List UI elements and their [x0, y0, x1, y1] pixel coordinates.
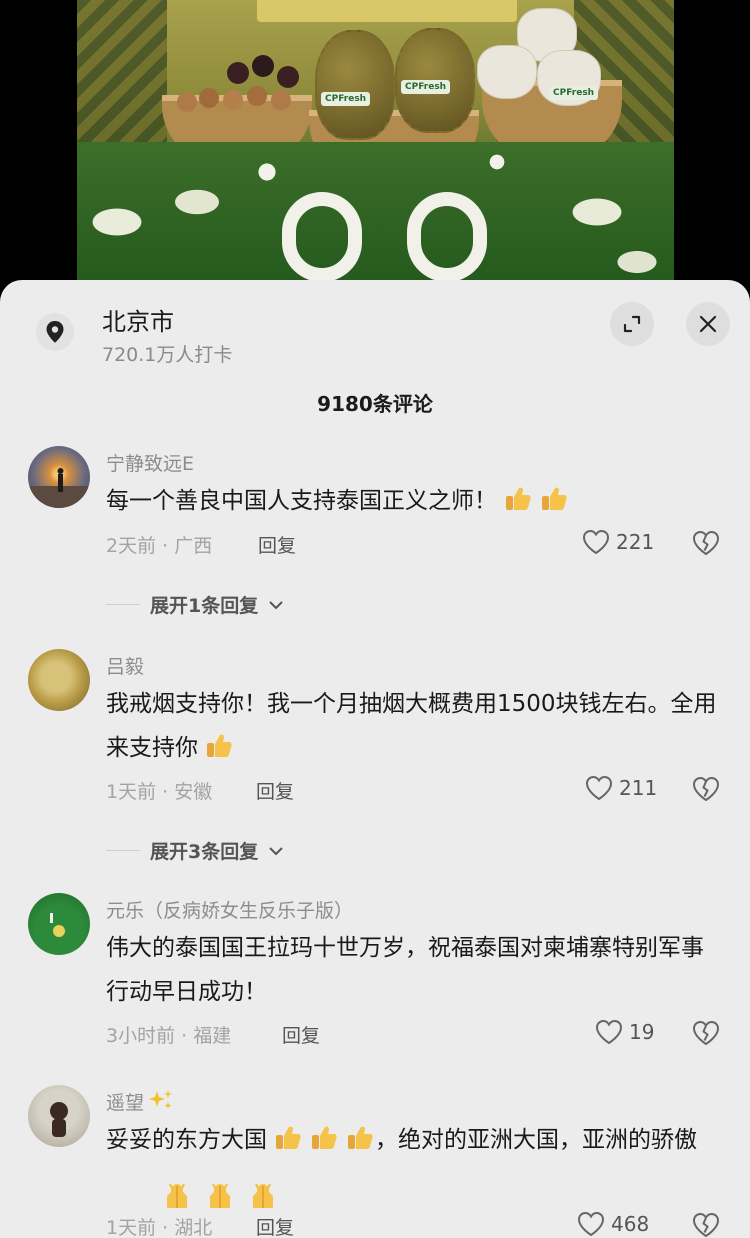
nut	[271, 90, 291, 110]
comment-text: 我戒烟支持你！我一个月抽烟大概费用1500块钱左右。全用来支持你	[106, 682, 721, 770]
comment-username-text: 遥望	[106, 1092, 145, 1114]
wish-emoji-row	[163, 1180, 287, 1212]
dislike-button[interactable]	[692, 530, 720, 560]
avatar[interactable]	[28, 446, 90, 508]
broken-heart-icon	[692, 776, 720, 802]
thumbs-up-emoji	[533, 487, 569, 514]
expand-button[interactable]	[610, 302, 654, 346]
close-button[interactable]	[686, 302, 730, 346]
location-title: 北京市	[102, 308, 174, 336]
comment-sheet: 北京市 720.1万人打卡 9180条评论 宁静致远E 每一个善良中国人支持泰国…	[0, 280, 750, 1238]
broken-heart-icon	[692, 1212, 720, 1238]
chevron-down-icon	[269, 846, 283, 855]
comment-time-location: 3小时前 · 福建	[106, 1025, 232, 1047]
comment-time-location: 2天前 · 广西	[106, 535, 213, 557]
product-label: CPFresh	[549, 86, 599, 100]
avatar[interactable]	[28, 1085, 90, 1147]
nut	[247, 86, 267, 106]
avatar[interactable]	[28, 649, 90, 711]
like-count: 19	[629, 1020, 655, 1044]
comment-text-part: ，绝对的亚洲大国，亚洲的骄傲	[375, 1127, 697, 1153]
like-count: 221	[616, 530, 655, 554]
broken-heart-icon	[692, 1020, 720, 1046]
close-icon	[699, 315, 717, 333]
comment-time-location: 1天前 · 湖北	[106, 1217, 213, 1238]
thumbs-up-emoji	[267, 1126, 303, 1153]
chevron-down-icon	[269, 600, 283, 609]
thumbs-up-emoji	[497, 487, 533, 514]
expand-replies-button[interactable]: 展开3条回复	[106, 837, 284, 864]
mangosteen	[227, 62, 249, 84]
mangosteen	[277, 66, 299, 88]
product-label: CPFresh	[321, 92, 371, 106]
like-button[interactable]: 19	[595, 1019, 654, 1045]
comment-count: 9180条评论	[317, 392, 433, 416]
comment-text-body: 每一个善良中国人支持泰国正义之师！	[106, 488, 497, 514]
wish-hands-emoji	[167, 1183, 187, 1208]
video-frame[interactable]: CPFresh CPFresh CPFresh	[77, 0, 674, 282]
comment-username[interactable]: 宁静致远E	[106, 449, 194, 476]
expand-replies-label: 展开3条回复	[150, 841, 259, 863]
heart-icon	[582, 529, 610, 555]
location-pin-icon	[36, 313, 74, 351]
thumbs-up-emoji	[198, 734, 234, 761]
dislike-button[interactable]	[692, 1212, 720, 1238]
reply-button[interactable]: 回复	[258, 531, 296, 558]
product-label: CPFresh	[401, 80, 451, 94]
wish-hands-emoji	[210, 1183, 231, 1208]
reply-button[interactable]: 回复	[282, 1021, 320, 1048]
comment-username[interactable]: 吕毅	[106, 652, 144, 679]
durian	[315, 30, 395, 140]
flower-wreath	[282, 192, 362, 282]
like-count: 468	[611, 1212, 650, 1236]
heart-icon	[595, 1019, 623, 1045]
flower-wreath	[407, 192, 487, 282]
comment-username[interactable]: 元乐（反病娇女生反乐子版）	[106, 896, 353, 923]
broken-heart-icon	[692, 530, 720, 556]
comment-time-location: 1天前 · 安徽	[106, 781, 213, 803]
coconut	[477, 45, 537, 99]
heart-icon	[577, 1211, 605, 1237]
video-banner	[257, 0, 517, 22]
nut	[199, 88, 219, 108]
nut	[177, 92, 197, 112]
flower-arrangement	[77, 142, 674, 282]
divider-dash	[106, 850, 140, 851]
comment-username[interactable]: 遥望	[106, 1088, 174, 1115]
nut	[223, 90, 243, 110]
reply-button[interactable]: 回复	[256, 1213, 294, 1238]
comment-text: 伟大的泰国国王拉玛十世万岁，祝福泰国对柬埔寨特别军事行动早日成功！	[106, 935, 704, 1005]
sparkle-icon	[149, 1090, 173, 1109]
comment-text: 每一个善良中国人支持泰国正义之师！	[106, 479, 721, 523]
thumbs-up-emoji	[339, 1126, 375, 1153]
mangosteen	[252, 55, 274, 77]
expand-replies-label: 展开1条回复	[150, 595, 259, 617]
dislike-button[interactable]	[692, 1020, 720, 1050]
heart-icon	[585, 775, 613, 801]
divider-dash	[106, 604, 140, 605]
like-count: 211	[619, 776, 658, 800]
avatar[interactable]	[28, 893, 90, 955]
location-checkins: 720.1万人打卡	[102, 344, 233, 366]
like-button[interactable]: 211	[585, 775, 657, 801]
wish-hands-emoji	[253, 1183, 274, 1208]
comment-text-part: 妥妥的东方大国	[106, 1127, 267, 1153]
like-button[interactable]: 468	[577, 1211, 649, 1237]
like-button[interactable]: 221	[582, 529, 654, 555]
reply-button[interactable]: 回复	[256, 777, 294, 804]
dislike-button[interactable]	[692, 776, 720, 806]
comment-text: 妥妥的东方大国 ，绝对的亚洲大国，亚洲的骄傲	[106, 1118, 721, 1162]
expand-icon	[623, 315, 641, 333]
thumbs-up-emoji	[303, 1126, 339, 1153]
expand-replies-button[interactable]: 展开1条回复	[106, 591, 284, 618]
